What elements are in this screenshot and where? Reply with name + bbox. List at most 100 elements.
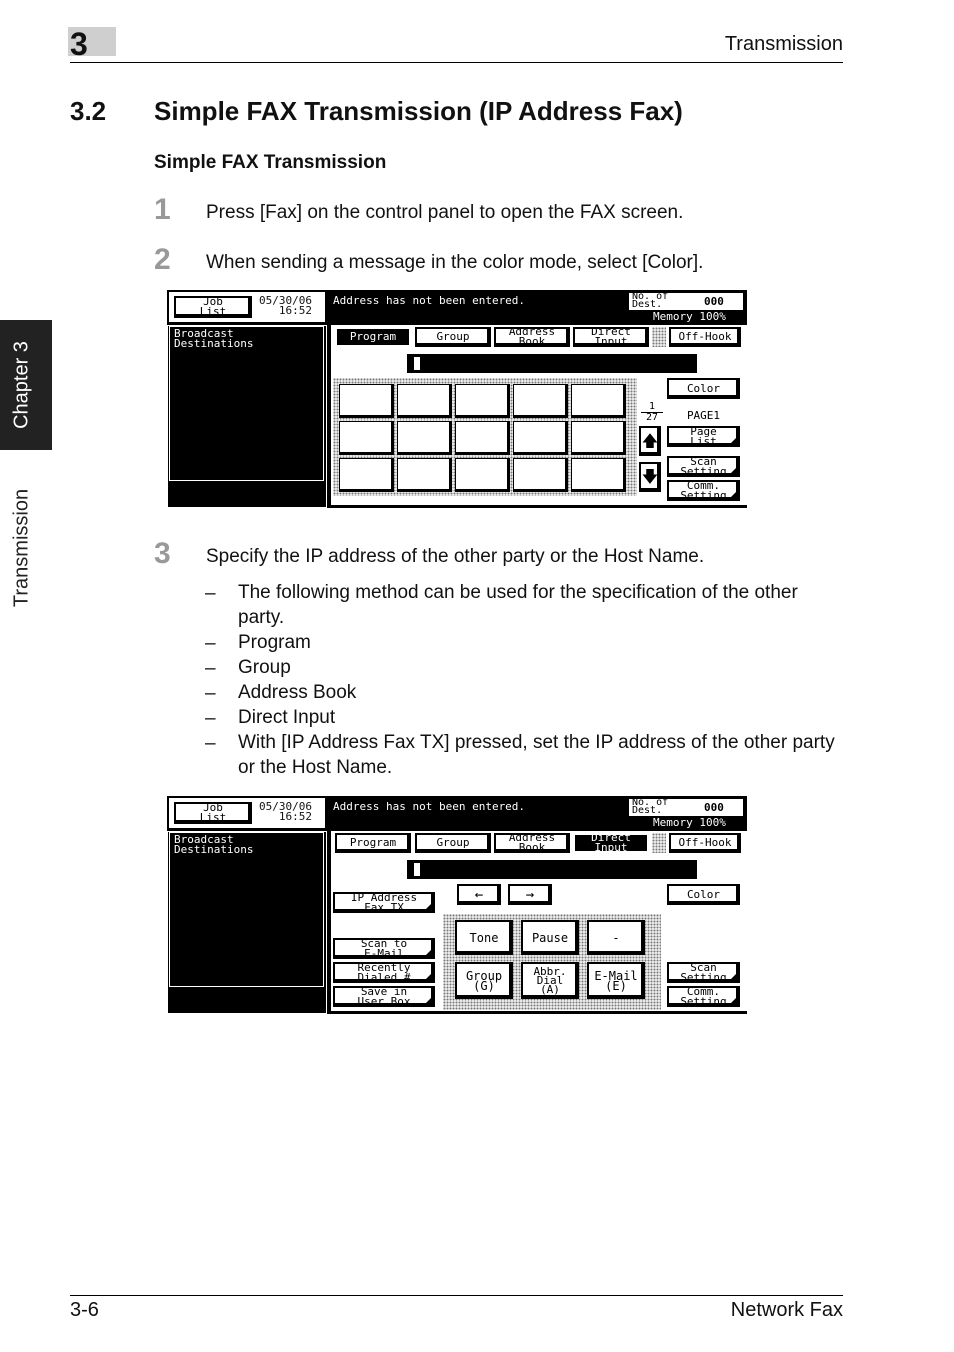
dest-count-value: 000	[704, 801, 724, 814]
bullet-dash: –	[205, 683, 216, 704]
bullet-text: Address Book	[238, 682, 357, 703]
status-message: Address has not been entered.	[333, 294, 526, 307]
dest-count-label: No. of Dest.	[632, 291, 669, 310]
step-text: Specify the IP address of the other part…	[206, 546, 705, 567]
recently-dialed-button[interactable]: Recently Dialed #	[333, 962, 435, 983]
arrow-down-icon: 🡇	[641, 467, 659, 486]
off-hook-button[interactable]: Off-Hook	[669, 833, 741, 853]
page-label: PAGE1	[686, 408, 721, 422]
tab-program[interactable]: Program	[335, 327, 411, 347]
one-touch-key[interactable]	[455, 458, 510, 492]
memory-indicator: Memory 100%	[653, 310, 726, 323]
arrow-up-icon: 🡅	[641, 431, 659, 450]
side-tab-section-label: Transmission	[10, 488, 33, 608]
scroll-up-button[interactable]: 🡅	[639, 426, 661, 456]
cursor-left-button[interactable]: ←	[457, 884, 501, 905]
scan-setting-button[interactable]: Scan Setting	[667, 962, 740, 983]
tab-address-book[interactable]: Address Book	[494, 326, 570, 347]
job-list-button[interactable]: Job List	[174, 296, 252, 318]
dash-button[interactable]: -	[587, 920, 645, 955]
step-text: Press [Fax] on the control panel to open…	[206, 202, 684, 223]
one-touch-key[interactable]	[397, 384, 452, 418]
arrow-left-icon: ←	[474, 886, 484, 903]
cursor-right-button[interactable]: →	[508, 884, 552, 905]
dest-count-label: No. of Dest.	[632, 797, 669, 816]
bullet-dash: –	[205, 708, 216, 729]
one-touch-key[interactable]	[571, 458, 626, 492]
bullet-text: The following method can be used for the…	[238, 582, 798, 628]
step-text: When sending a message in the color mode…	[206, 252, 704, 273]
bullet-text: Direct Input	[238, 707, 336, 728]
one-touch-key[interactable]	[571, 421, 626, 455]
footer-title: Network Fax	[730, 1299, 843, 1321]
bullet-dash: –	[205, 733, 216, 754]
bullet-dash: –	[205, 633, 216, 654]
fax-screen-program: Job List 05/30/06 16:52 Address has not …	[167, 290, 747, 508]
one-touch-key[interactable]	[455, 384, 510, 418]
header-title: Transmission	[724, 33, 843, 55]
tab-program[interactable]: Program	[335, 833, 411, 853]
job-list-button[interactable]: Job List	[174, 802, 252, 824]
chapter-number: 3	[70, 26, 88, 62]
step-number: 3	[154, 537, 171, 570]
comm-setting-button[interactable]: Comm. Setting	[667, 986, 740, 1007]
one-touch-key[interactable]	[339, 421, 394, 455]
one-touch-key[interactable]	[513, 458, 568, 492]
text-cursor	[414, 357, 420, 370]
broadcast-label: Broadcast Destinations	[174, 833, 254, 856]
address-input[interactable]	[407, 354, 697, 373]
arrow-right-icon: →	[525, 886, 535, 903]
footer-rule	[70, 1295, 843, 1296]
dest-count-value: 000	[704, 295, 724, 308]
one-touch-key[interactable]	[339, 458, 394, 492]
one-touch-key[interactable]	[513, 421, 568, 455]
tab-group[interactable]: Group	[415, 327, 491, 347]
side-tab-chapter-label: Chapter 3	[10, 341, 33, 429]
email-e-button[interactable]: E-Mail (E)	[587, 962, 645, 999]
page-list-button[interactable]: Page List	[667, 426, 740, 447]
section-number: 3.2	[70, 96, 107, 126]
memory-indicator: Memory 100%	[653, 816, 726, 829]
color-button[interactable]: Color	[667, 884, 740, 905]
abbr-dial-button[interactable]: Abbr. Dial (A)	[521, 962, 579, 999]
bullet-text: Program	[238, 632, 311, 653]
tab-direct-input[interactable]: Direct Input	[573, 326, 649, 347]
one-touch-key[interactable]	[339, 384, 394, 418]
scan-setting-button[interactable]: Scan Setting	[667, 456, 740, 477]
pause-button[interactable]: Pause	[521, 920, 579, 955]
tab-direct-input[interactable]: Direct Input	[573, 832, 649, 853]
bullet-dash: –	[205, 583, 216, 604]
ip-address-fax-tx-button[interactable]: IP Address Fax TX	[333, 892, 435, 913]
bullet-dash: –	[205, 658, 216, 679]
subheading: Simple FAX Transmission	[154, 152, 387, 173]
scan-to-email-button[interactable]: Scan to E-Mail	[333, 938, 435, 959]
scroll-down-button[interactable]: 🡇	[639, 462, 661, 492]
address-input[interactable]	[407, 860, 697, 879]
broadcast-label: Broadcast Destinations	[174, 327, 254, 350]
one-touch-key[interactable]	[571, 384, 626, 418]
save-in-user-box-button[interactable]: Save in User Box	[333, 986, 435, 1007]
tab-address-book[interactable]: Address Book	[494, 832, 570, 853]
one-touch-key[interactable]	[397, 421, 452, 455]
status-message: Address has not been entered.	[333, 800, 526, 813]
header-rule	[70, 62, 843, 63]
tab-group[interactable]: Group	[415, 833, 491, 853]
comm-setting-button[interactable]: Comm. Setting	[667, 480, 740, 501]
group-g-button[interactable]: Group (G)	[455, 962, 513, 999]
off-hook-button[interactable]: Off-Hook	[669, 327, 741, 347]
page-current: 1	[648, 401, 656, 412]
section-title: Simple FAX Transmission (IP Address Fax)	[154, 96, 683, 126]
one-touch-key[interactable]	[397, 458, 452, 492]
one-touch-key[interactable]	[455, 421, 510, 455]
time-display: 16:52	[278, 810, 312, 823]
step-number: 1	[154, 193, 171, 226]
fax-screen-direct-input: Job List 05/30/06 16:52 Address has not …	[167, 796, 747, 1014]
time-display: 16:52	[278, 304, 312, 317]
step-number: 2	[154, 243, 171, 276]
bullet-text: With [IP Address Fax TX] pressed, set th…	[238, 732, 835, 778]
page-number: 3-6	[70, 1299, 99, 1321]
color-button[interactable]: Color	[667, 378, 740, 399]
one-touch-key[interactable]	[513, 384, 568, 418]
tone-button[interactable]: Tone	[455, 920, 513, 955]
text-cursor	[414, 863, 420, 876]
